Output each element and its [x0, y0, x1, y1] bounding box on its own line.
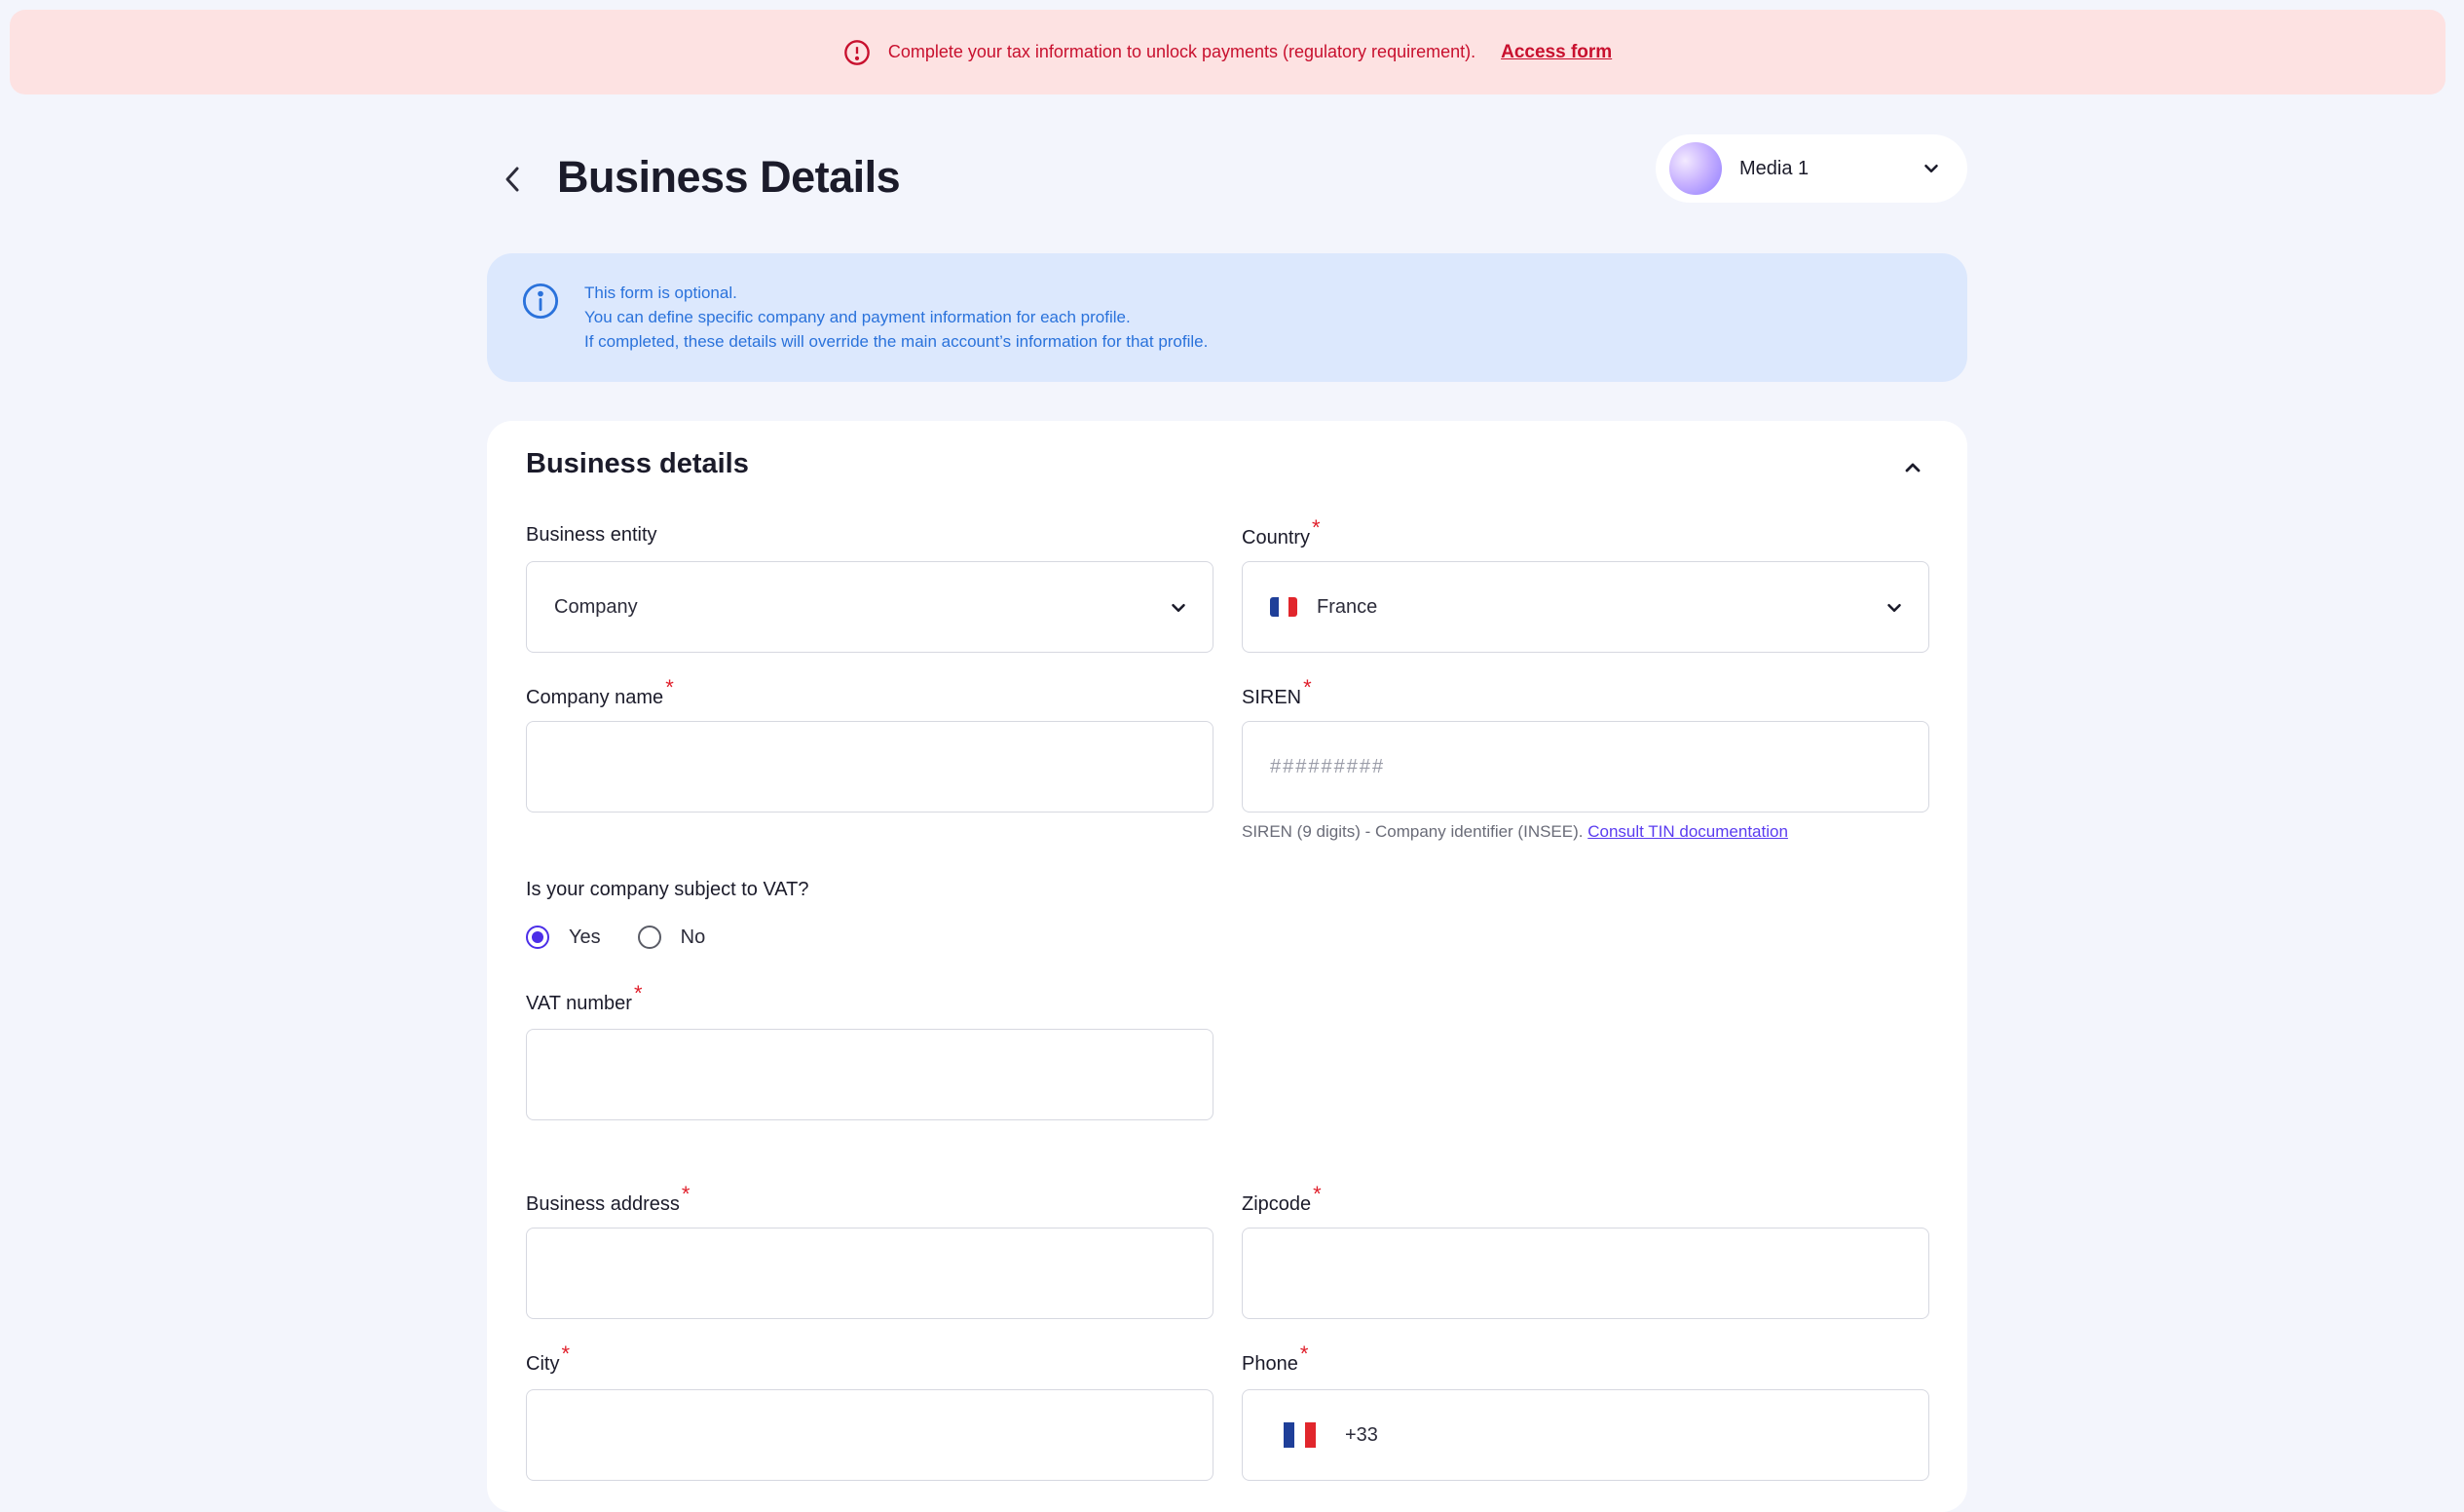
phone-field[interactable]: [1385, 1390, 1928, 1480]
avatar: [1669, 142, 1722, 195]
alert-circle-icon: [843, 39, 870, 65]
siren-helper-text: SIREN (9 digits) - Company identifier (I…: [1242, 822, 1788, 841]
country-value: France: [1317, 595, 1378, 618]
chevron-down-icon: [1172, 603, 1185, 613]
banner-message: Complete your tax information to unlock …: [887, 42, 1476, 61]
company-name-input[interactable]: [526, 721, 1213, 813]
zipcode-field[interactable]: [1270, 1228, 1928, 1318]
vat-number-input[interactable]: [526, 1029, 1213, 1120]
business-address-field[interactable]: [554, 1228, 1213, 1318]
business-address-input[interactable]: [526, 1228, 1213, 1319]
siren-input[interactable]: [1242, 721, 1929, 813]
phone-label: Phone*: [1242, 1342, 1309, 1375]
page-title: Business Details: [557, 152, 901, 202]
business-entity-label: Business entity: [526, 524, 657, 546]
profile-selector[interactable]: Media 1: [1656, 134, 1967, 203]
vat-radio-group: Yes No: [526, 926, 742, 949]
vat-yes-label[interactable]: Yes: [569, 926, 601, 949]
vat-no-radio[interactable]: [637, 926, 661, 949]
info-icon: [522, 283, 559, 320]
vat-number-field[interactable]: [554, 1030, 1213, 1119]
country-label: Country*: [1242, 515, 1321, 548]
zipcode-input[interactable]: [1242, 1228, 1929, 1319]
france-flag-icon[interactable]: [1284, 1422, 1316, 1448]
vat-number-label: VAT number*: [526, 981, 643, 1014]
info-line: This form is optional.: [584, 284, 737, 302]
phone-input[interactable]: +33: [1242, 1389, 1929, 1481]
chevron-down-icon: [1924, 164, 1938, 173]
france-flag-icon: [1270, 597, 1297, 617]
business-entity-select[interactable]: Company: [526, 561, 1213, 653]
chevron-down-icon: [1887, 603, 1901, 613]
back-button[interactable]: [495, 162, 530, 197]
country-select[interactable]: France: [1242, 561, 1929, 653]
optional-form-info: This form is optional. You can define sp…: [487, 253, 1967, 382]
info-line: You can define specific company and paym…: [584, 308, 1131, 326]
siren-field[interactable]: [1270, 722, 1928, 812]
business-address-label: Business address*: [526, 1182, 691, 1215]
tax-warning-banner: Complete your tax information to unlock …: [10, 10, 2445, 94]
company-name-label: Company name*: [526, 675, 674, 708]
profile-name: Media 1: [1739, 157, 1810, 179]
access-form-link[interactable]: Access form: [1501, 42, 1612, 63]
vat-question-label: Is your company subject to VAT?: [526, 879, 809, 900]
zipcode-label: Zipcode*: [1242, 1182, 1322, 1215]
city-label: City*: [526, 1342, 571, 1375]
siren-label: SIREN*: [1242, 675, 1312, 708]
company-name-field[interactable]: [554, 722, 1213, 812]
phone-prefix: +33: [1344, 1423, 1378, 1446]
city-field[interactable]: [554, 1390, 1213, 1480]
section-title: Business details: [526, 448, 749, 479]
tin-documentation-link[interactable]: Consult TIN documentation: [1587, 822, 1788, 841]
city-input[interactable]: [526, 1389, 1213, 1481]
business-entity-value: Company: [554, 595, 638, 618]
vat-no-label[interactable]: No: [681, 926, 706, 949]
chevron-left-icon: [505, 167, 519, 192]
chevron-up-icon[interactable]: [1901, 456, 1924, 479]
info-line: If completed, these details will overrid…: [584, 332, 1209, 351]
vat-yes-radio[interactable]: [526, 926, 549, 949]
business-details-card: Business details Business entity Company…: [487, 421, 1967, 1512]
